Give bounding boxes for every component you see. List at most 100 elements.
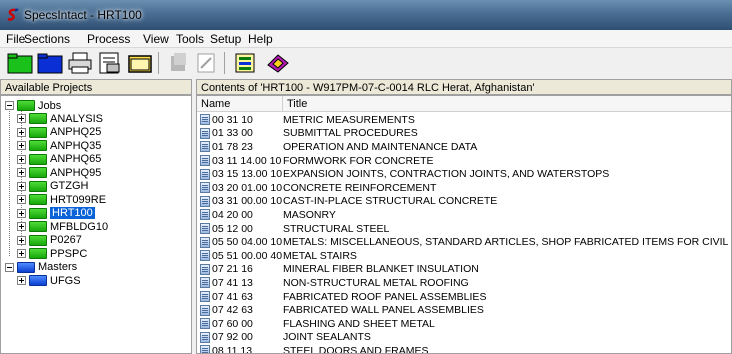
disabled-icon — [171, 53, 186, 71]
title-bar: SpecsIntact - HRT100 — [0, 0, 732, 30]
list-row[interactable]: 03 11 14.00 10 FORMWORK FOR CONCRETE — [197, 154, 434, 168]
list-row[interactable]: 07 60 00 FLASHING AND SHEET METAL — [197, 317, 435, 331]
tree-node-job[interactable]: HRT099RE — [17, 193, 106, 206]
section-number: 03 20 01.00 10 — [212, 181, 283, 194]
tree-node-job[interactable]: ANPHQ35 — [17, 139, 101, 152]
list-row[interactable]: 03 15 13.00 10 EXPANSION JOINTS, CONTRACT… — [197, 167, 609, 181]
expand-icon[interactable] — [17, 154, 26, 164]
folder-blue-icon — [29, 275, 47, 286]
tree-node-job[interactable]: P0267 — [17, 234, 82, 247]
tree-node-label: P0267 — [50, 234, 82, 246]
list-row[interactable]: 07 42 63 FABRICATED WALL PANEL ASSEMBLIES — [197, 303, 484, 317]
tree-node-job[interactable]: ANALYSIS — [17, 112, 103, 125]
list-row[interactable]: 05 12 00 STRUCTURAL STEEL — [197, 222, 389, 236]
expand-icon[interactable] — [17, 208, 26, 218]
expand-icon[interactable] — [17, 127, 26, 137]
expand-icon[interactable] — [17, 276, 26, 285]
toolbar — [0, 48, 732, 78]
toolbar-separator — [224, 52, 225, 74]
tree-node-job[interactable]: ANPHQ25 — [17, 126, 101, 139]
expand-icon[interactable] — [17, 235, 26, 245]
section-number: 05 12 00 — [212, 222, 253, 235]
list-row[interactable]: 03 20 01.00 10 CONCRETE REINFORCEMENT — [197, 181, 436, 195]
document-icon — [200, 127, 210, 139]
open-folder-blue-icon — [37, 53, 63, 74]
list-row[interactable]: 08 11 13 STEEL DOORS AND FRAMES — [197, 344, 428, 354]
list-row[interactable]: 00 31 10 METRIC MEASUREMENTS — [197, 113, 415, 127]
expand-icon[interactable] — [17, 222, 26, 231]
column-header-title[interactable]: Title — [283, 96, 731, 112]
tree-node-label: ANPHQ95 — [50, 166, 102, 179]
open-master-button[interactable] — [36, 50, 64, 76]
report-button[interactable] — [232, 50, 260, 76]
app-logo-icon — [7, 8, 19, 21]
folder-green-icon — [29, 221, 47, 232]
menu-bar: File Sections Process View Tools Setup H… — [0, 30, 732, 48]
document-icon — [200, 345, 210, 353]
sections-list[interactable]: Name Title 00 31 10 METRIC MEASUREMENTS 01… — [196, 95, 732, 354]
list-row[interactable]: 07 41 13 NON-STRUCTURAL METAL ROOFING — [197, 276, 469, 290]
menu-setup[interactable]: Setup — [210, 32, 241, 46]
folder-green-icon — [29, 153, 47, 165]
expand-icon[interactable] — [17, 249, 26, 258]
collapse-icon[interactable] — [5, 262, 14, 272]
edit-button[interactable] — [192, 50, 220, 76]
section-title: CONCRETE REINFORCEMENT — [283, 181, 437, 194]
project-tree[interactable]: Jobs ANALYSIS ANPHQ25 ANPHQ35 ANPHQ65 AN… — [0, 95, 192, 354]
tree-node-job-selected[interactable]: HRT100 — [17, 207, 95, 220]
menu-view[interactable]: View — [143, 32, 169, 46]
tree-node-job[interactable]: GTZGH — [17, 180, 89, 193]
document-icon — [200, 114, 210, 126]
menu-file[interactable]: File — [6, 32, 25, 46]
menu-tools[interactable]: Tools — [176, 32, 204, 46]
new-folder-button[interactable] — [126, 50, 154, 76]
tree-node-label: UFGS — [50, 274, 81, 287]
print-button[interactable] — [66, 50, 94, 76]
list-row[interactable]: 07 92 00 JOINT SEALANTS — [197, 331, 371, 345]
tree-node-master[interactable]: UFGS — [17, 274, 81, 287]
folder-green-icon — [29, 194, 47, 205]
tree-node-job[interactable]: ANPHQ95 — [17, 166, 101, 179]
tree-node-job[interactable]: PPSPC — [17, 247, 87, 260]
list-row[interactable]: 05 50 04.00 10 METALS: MISCELLANEOUS, STA… — [197, 235, 731, 249]
folder-green-icon — [17, 100, 35, 111]
list-row[interactable]: 03 31 00.00 10 CAST-IN-PLACE STRUCTURAL C… — [197, 195, 497, 209]
tree-node-label: HRT099RE — [50, 193, 107, 206]
folder-green-icon — [29, 167, 47, 178]
report-icon — [235, 53, 255, 73]
list-row[interactable]: 07 41 63 FABRICATED ROOF PANEL ASSEMBLIES — [197, 290, 486, 304]
tree-node-jobs[interactable]: Jobs — [5, 99, 61, 112]
menu-sections[interactable]: Sections — [24, 32, 70, 46]
tree-node-label: ANALYSIS — [50, 112, 103, 125]
expand-icon[interactable] — [17, 195, 26, 204]
section-number: 01 78 23 — [212, 140, 253, 153]
list-row[interactable]: 01 33 00 SUBMITTAL PROCEDURES — [197, 127, 418, 141]
tree-node-label: ANPHQ65 — [50, 153, 102, 165]
tree-node-masters[interactable]: Masters — [5, 261, 77, 274]
menu-process[interactable]: Process — [87, 32, 130, 46]
tree-node-job[interactable]: ANPHQ65 — [17, 153, 101, 166]
section-number: 03 31 00.00 10 — [212, 195, 283, 208]
expand-icon[interactable] — [17, 168, 26, 177]
properties-button[interactable] — [96, 50, 124, 76]
folder-yellow-icon — [128, 55, 152, 73]
list-row[interactable]: 07 21 16 MINERAL FIBER BLANKET INSULATION — [197, 263, 479, 277]
menu-help[interactable]: Help — [248, 32, 273, 46]
section-title: JOINT SEALANTS — [283, 331, 371, 344]
collapse-icon[interactable] — [5, 101, 14, 110]
section-number: 08 11 13 — [212, 344, 253, 354]
expand-icon[interactable] — [17, 141, 26, 150]
disabled-button[interactable] — [164, 50, 192, 76]
expand-icon[interactable] — [17, 114, 26, 123]
list-row[interactable]: 04 20 00 MASONRY — [197, 208, 336, 222]
section-title: FABRICATED ROOF PANEL ASSEMBLIES — [283, 290, 487, 303]
tree-node-job[interactable]: MFBLDG10 — [17, 220, 108, 233]
list-row[interactable]: 05 51 00.00 40 METAL STAIRS — [197, 249, 357, 263]
expand-icon[interactable] — [17, 181, 26, 191]
list-row[interactable]: 01 78 23 OPERATION AND MAINTENANCE DATA — [197, 140, 477, 154]
section-title: OPERATION AND MAINTENANCE DATA — [283, 140, 478, 153]
book-button[interactable] — [264, 50, 292, 76]
open-job-button[interactable] — [6, 50, 34, 76]
book-icon — [267, 54, 289, 73]
column-header-name[interactable]: Name — [197, 96, 283, 112]
